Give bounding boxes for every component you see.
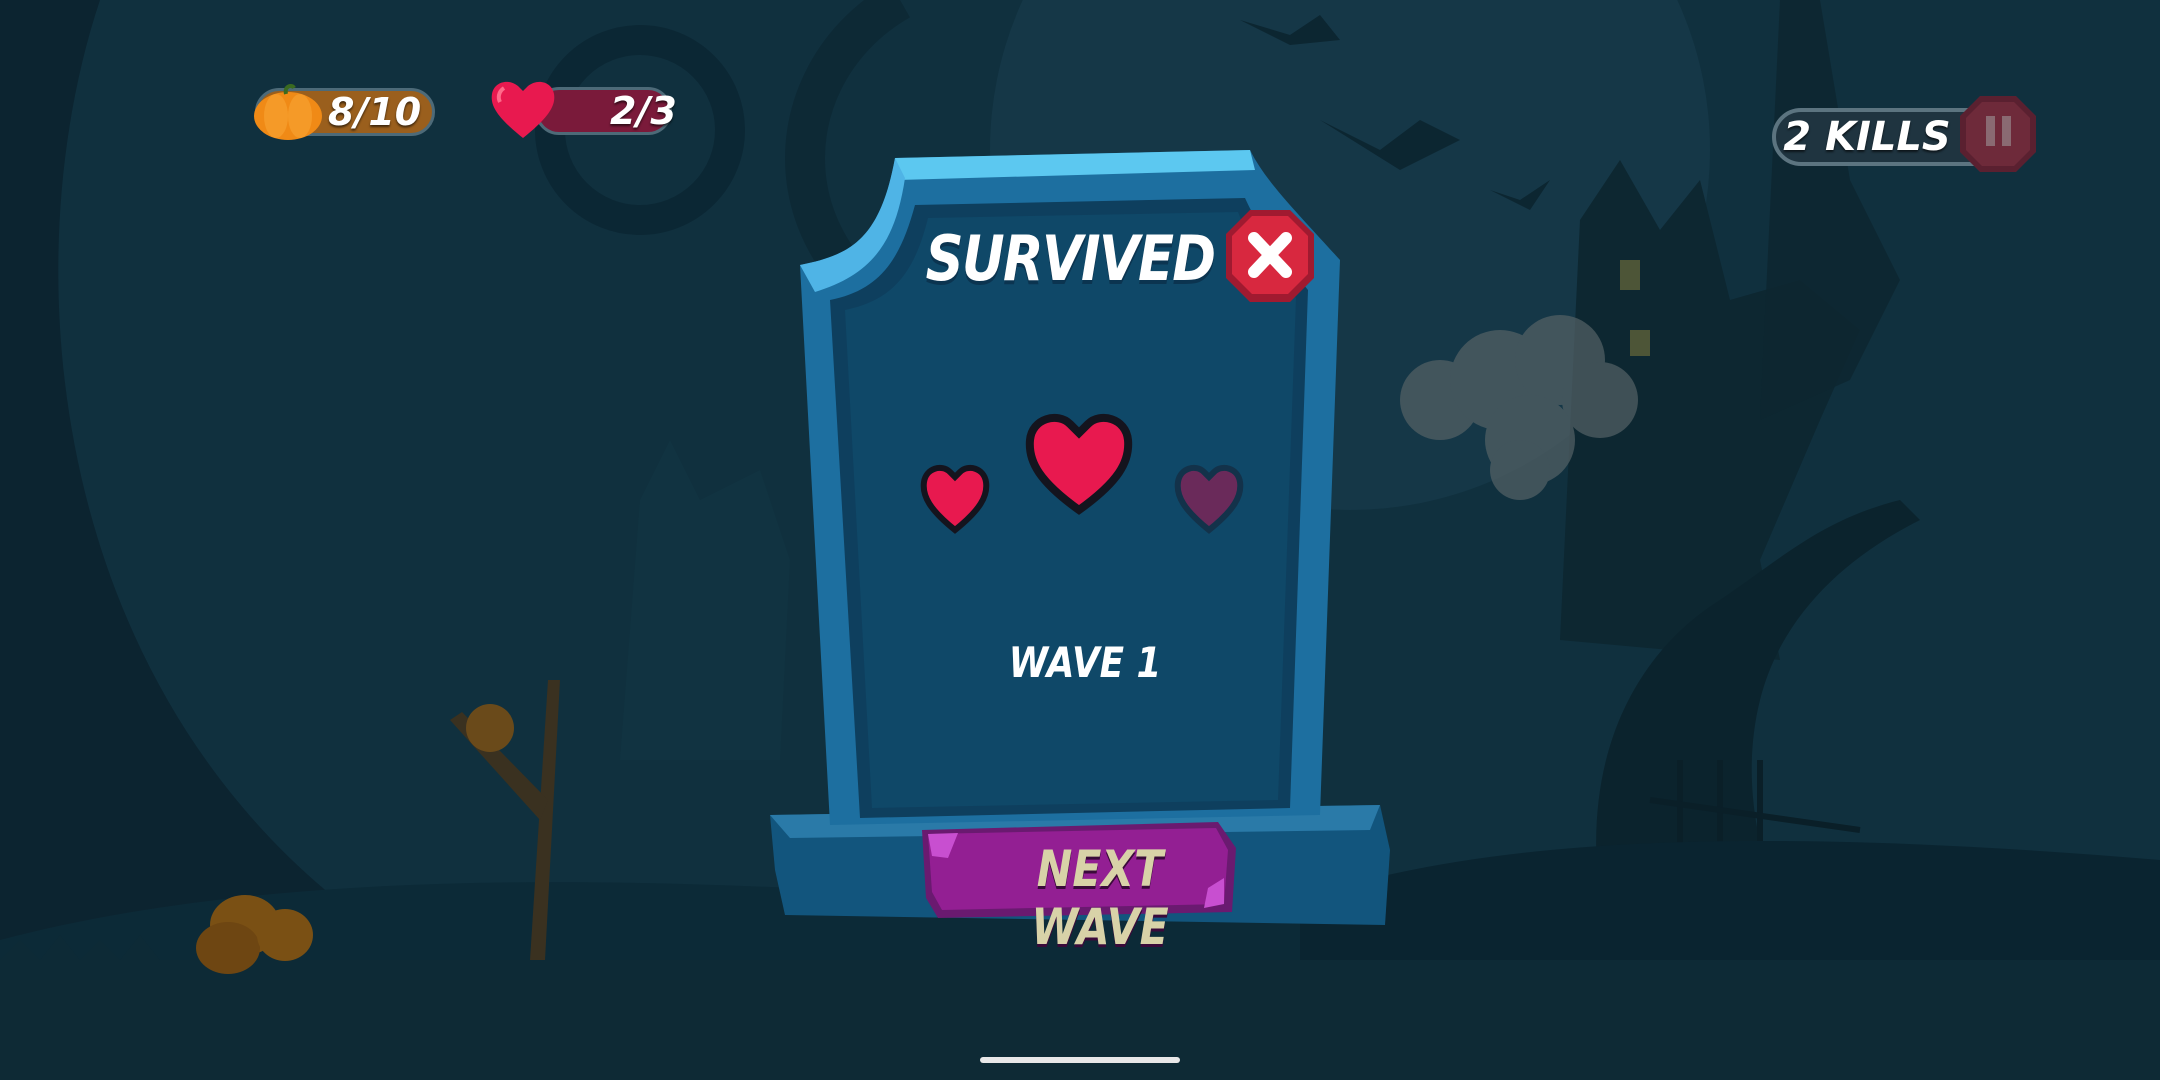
kills-counter: 2 KILLS (1772, 108, 1982, 166)
heart-icon (491, 81, 555, 138)
home-indicator[interactable] (980, 1057, 1180, 1063)
next-wave-label: NEXT WAVE (1031, 840, 1169, 956)
heart-empty-icon (1174, 464, 1244, 534)
lives-count: 2/3 (610, 89, 677, 133)
close-button[interactable] (1224, 208, 1316, 304)
heart-earned-icon (1025, 413, 1133, 515)
kills-count: 2 KILLS (1783, 114, 1951, 160)
pumpkin-icon (254, 84, 322, 140)
pause-button[interactable] (1958, 94, 2038, 174)
wave-label: WAVE 1 (1008, 638, 1162, 687)
panel-title: SURVIVED (925, 222, 1216, 295)
pumpkin-count: 8/10 (328, 90, 422, 134)
heart-earned-icon (920, 464, 990, 534)
